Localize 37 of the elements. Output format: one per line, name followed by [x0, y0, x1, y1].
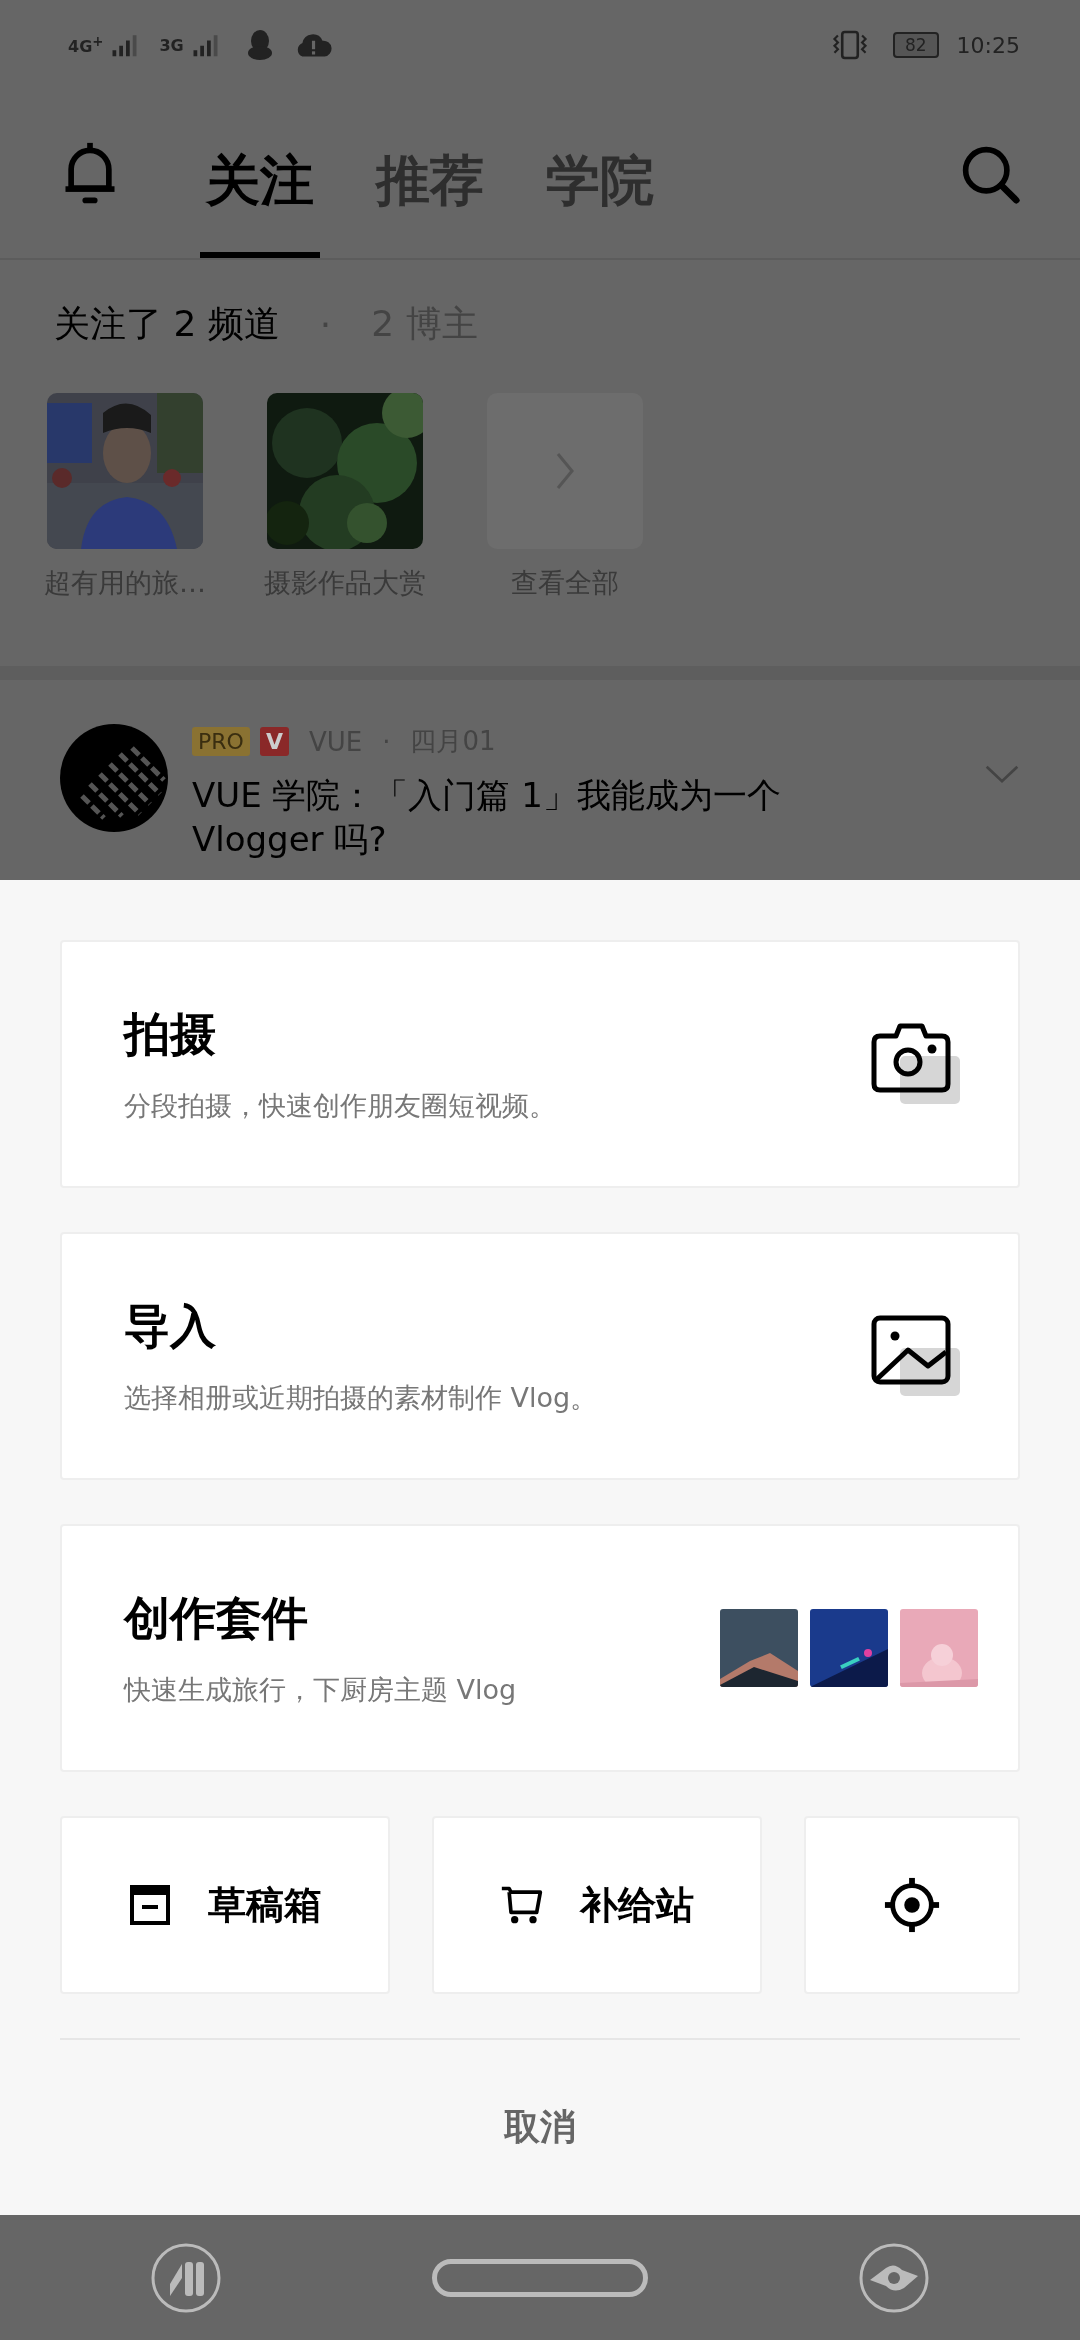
vibrate-icon — [830, 30, 869, 60]
separator-dot: · — [319, 304, 332, 345]
chevron-right-icon — [555, 451, 575, 491]
chevron-down-icon[interactable] — [984, 764, 1020, 784]
action-title: 拍摄 — [124, 1006, 217, 1063]
tab[interactable]: 关注 — [200, 90, 320, 258]
network-label: 4G$^{+}$ — [68, 33, 104, 57]
avatar[interactable] — [60, 724, 168, 832]
badge: V — [259, 727, 289, 756]
post-title[interactable]: VUE 学院：「入门篇 1」我能成为一个 Vlogger 吗? — [192, 773, 872, 861]
image-icon — [870, 1314, 960, 1398]
cancel-button[interactable]: 取消 — [484, 2093, 596, 2162]
drafts-button[interactable]: 草稿箱 — [60, 1816, 390, 1994]
action-card[interactable]: 拍摄 分段拍摄，快速创作朋友圈短视频。 — [60, 940, 1020, 1188]
action-description: 分段拍摄，快速创作朋友圈短视频。 — [124, 1089, 556, 1123]
followed-channels-count: 关注了 2 频道 — [54, 302, 280, 346]
network-label: 3G — [159, 35, 184, 55]
settings-icon — [883, 1876, 941, 1934]
tab[interactable]: 推荐 — [370, 90, 490, 258]
settings-button[interactable] — [804, 1816, 1020, 1994]
home-pill[interactable] — [432, 2258, 648, 2297]
app-logo-icon[interactable] — [150, 2241, 222, 2314]
action-title: 导入 — [124, 1298, 217, 1355]
action-description: 快速生成旅行，下厨房主题 Vlog — [124, 1673, 517, 1707]
box-icon — [128, 1883, 172, 1927]
tab[interactable]: 学院 — [540, 90, 660, 258]
action-title: 创作套件 — [124, 1590, 309, 1647]
action-card[interactable]: 导入 选择相册或近期拍摄的素材制作 Vlog。 — [60, 1232, 1020, 1480]
clock: 10:25 — [956, 32, 1020, 58]
action-description: 选择相册或近期拍摄的素材制作 Vlog。 — [124, 1381, 598, 1415]
view-all-tile[interactable] — [487, 393, 643, 549]
separator-dot: · — [382, 726, 391, 757]
action-card[interactable]: 创作套件 快速生成旅行，下厨房主题 Vlog — [60, 1524, 1020, 1772]
supply-button[interactable]: 补给站 — [432, 1816, 762, 1994]
camera-icon — [870, 1022, 960, 1106]
badge: PRO — [192, 727, 250, 756]
eye-icon[interactable] — [858, 2241, 930, 2314]
